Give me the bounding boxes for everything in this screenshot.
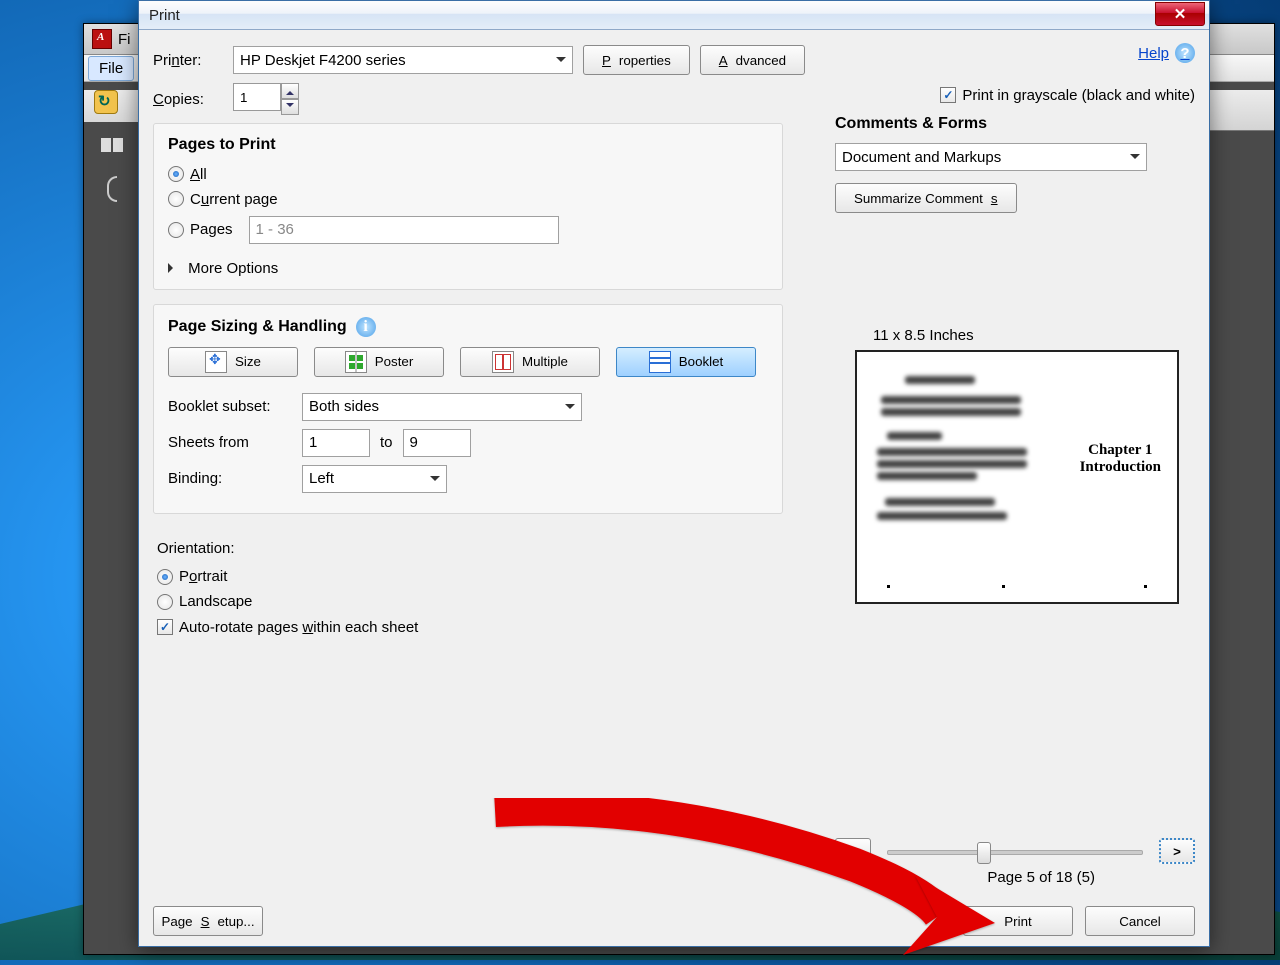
radio-on-icon — [168, 166, 184, 182]
handling-heading: Page Sizing & Handling i — [168, 317, 768, 337]
parent-title-text: Fi — [118, 31, 131, 48]
radio-on-icon — [157, 569, 173, 585]
pages-range-label: Pages — [190, 221, 233, 238]
copies-down[interactable] — [281, 99, 299, 115]
triangle-up-icon — [286, 87, 294, 95]
orientation-landscape-radio[interactable]: Landscape — [157, 593, 252, 610]
properties-button[interactable]: Properties — [583, 45, 690, 75]
dialog-footer: Page Setup... Print Cancel — [153, 906, 1195, 936]
poster-icon — [345, 351, 367, 373]
preview-navigation: < > — [835, 838, 1195, 864]
page-setup-button[interactable]: Page Setup... — [153, 906, 263, 936]
pages-to-print-group: Pages to Print All Current page Pages Mo… — [153, 123, 783, 290]
chevron-down-icon — [565, 404, 575, 414]
advanced-button[interactable]: Advanced — [700, 45, 805, 75]
slider-thumb[interactable] — [977, 842, 991, 864]
sidebar-thumbnails-icon[interactable] — [99, 136, 125, 158]
chevron-down-icon — [1130, 154, 1140, 164]
poster-button[interactable]: Poster — [314, 347, 444, 377]
preview-chapter: Chapter 1 Introduction — [1080, 442, 1161, 476]
multiple-icon — [492, 351, 514, 373]
pages-all-radio[interactable]: All — [168, 166, 207, 183]
menu-file[interactable]: File — [88, 56, 134, 81]
autorotate-checkbox[interactable]: ✓ Auto-rotate pages within each sheet — [157, 619, 418, 636]
copies-input[interactable] — [233, 83, 281, 111]
info-icon[interactable]: i — [356, 317, 376, 337]
pages-range-input[interactable] — [249, 216, 559, 244]
checkbox-icon: ✓ — [157, 619, 173, 635]
sidebar-attachments-icon[interactable] — [107, 176, 117, 202]
sheets-from-label: Sheets from — [168, 434, 292, 451]
binding-dropdown[interactable]: Left — [302, 465, 447, 493]
preview-prev-button[interactable]: < — [835, 838, 871, 864]
chevron-down-icon — [556, 57, 566, 67]
triangle-right-icon — [168, 263, 178, 273]
booklet-subset-dropdown[interactable]: Both sides — [302, 393, 582, 421]
dialog-titlebar: Print ✕ — [139, 1, 1209, 30]
copies-up[interactable] — [281, 83, 299, 99]
copies-label: Copies: — [153, 91, 223, 108]
booklet-subset-label: Booklet subset: — [168, 398, 292, 415]
triangle-down-icon — [286, 103, 294, 111]
preview-dimensions: 11 x 8.5 Inches — [873, 327, 1195, 344]
more-options-label: More Options — [188, 260, 278, 277]
pages-current-radio[interactable]: Current page — [168, 191, 278, 208]
orientation-group: Orientation: Portrait Landscape ✓ Auto-r… — [153, 528, 783, 656]
print-preview: Chapter 1 Introduction — [855, 350, 1179, 604]
pages-heading: Pages to Print — [168, 136, 768, 154]
close-button[interactable]: ✕ — [1155, 2, 1205, 26]
to-label: to — [380, 434, 393, 451]
size-button[interactable]: Size — [168, 347, 298, 377]
orientation-heading: Orientation: — [157, 540, 769, 557]
close-icon: ✕ — [1174, 5, 1187, 23]
chevron-down-icon — [430, 476, 440, 486]
print-dialog: Print ✕ Help ? Printer: HP Deskjet F4200… — [138, 0, 1210, 947]
adobe-reader-icon — [92, 29, 112, 49]
right-column: Comments & Forms Document and Markups Su… — [835, 45, 1195, 604]
binding-label: Binding: — [168, 470, 292, 487]
radio-icon — [168, 222, 184, 238]
preview-slider[interactable] — [887, 841, 1143, 861]
radio-icon — [168, 191, 184, 207]
radio-icon — [157, 594, 173, 610]
booklet-icon — [649, 351, 671, 373]
summarize-comments-button[interactable]: Summarize Comments — [835, 183, 1017, 213]
toolbar-convert-icon[interactable] — [94, 90, 118, 114]
comments-heading: Comments & Forms — [835, 115, 1195, 133]
print-button[interactable]: Print — [963, 906, 1073, 936]
printer-dropdown[interactable]: HP Deskjet F4200 series — [233, 46, 573, 74]
page-sizing-group: Page Sizing & Handling i Size Poster Mul… — [153, 304, 783, 514]
multiple-button[interactable]: Multiple — [460, 347, 600, 377]
cancel-button[interactable]: Cancel — [1085, 906, 1195, 936]
sheets-from-input[interactable] — [302, 429, 370, 457]
sheets-to-input[interactable] — [403, 429, 471, 457]
printer-label: Printer: — [153, 52, 223, 69]
printer-value: HP Deskjet F4200 series — [240, 52, 406, 69]
booklet-button[interactable]: Booklet — [616, 347, 756, 377]
dialog-title: Print — [149, 7, 180, 24]
more-options-toggle[interactable]: More Options — [168, 260, 768, 277]
preview-next-button[interactable]: > — [1159, 838, 1195, 864]
orientation-portrait-radio[interactable]: Portrait — [157, 568, 227, 585]
comments-dropdown[interactable]: Document and Markups — [835, 143, 1147, 171]
preview-page-info: Page 5 of 18 (5) — [987, 869, 1095, 886]
size-icon — [205, 351, 227, 373]
copies-spinner[interactable] — [233, 83, 299, 115]
parent-sidebar — [84, 122, 139, 954]
pages-range-radio[interactable]: Pages — [168, 216, 559, 244]
